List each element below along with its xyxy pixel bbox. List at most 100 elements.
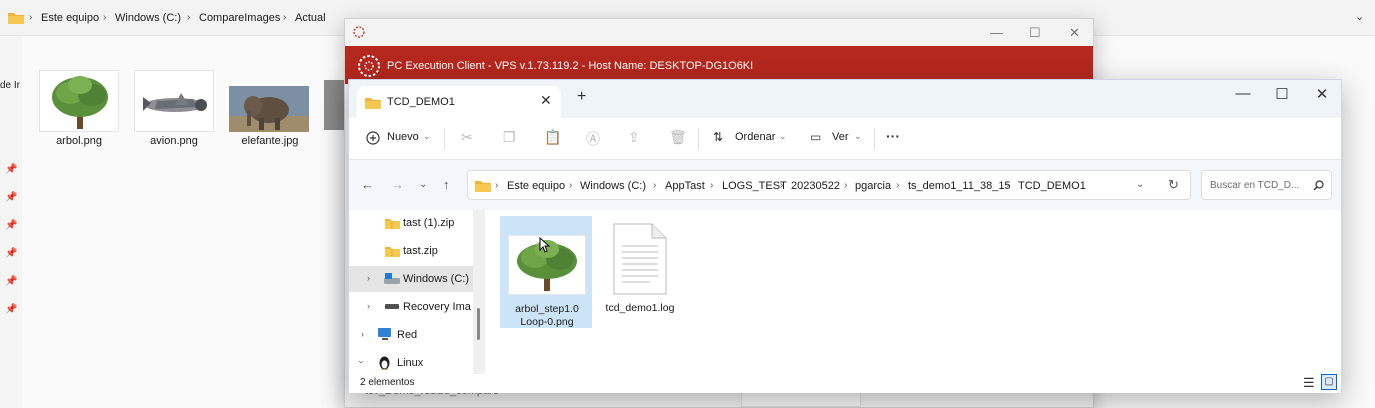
- rename-icon[interactable]: Ⓐ: [586, 129, 600, 149]
- chevron-right-icon: ›: [569, 180, 573, 191]
- chevron-down-icon[interactable]: ⌄: [1355, 10, 1364, 23]
- search-placeholder: Buscar en TCD_D...: [1210, 180, 1300, 191]
- forward-arrow-icon[interactable]: →: [391, 177, 404, 192]
- path-crumb-pgarcia[interactable]: pgarcia: [855, 180, 891, 192]
- path-crumb-date[interactable]: 20230522: [791, 180, 840, 192]
- bg-thumb-arbol-label: arbol.png: [56, 135, 102, 147]
- path-dropdown-icon[interactable]: ⌄: [1136, 179, 1144, 190]
- sort-button[interactable]: ⇅ Ordenar ⌄: [713, 128, 789, 150]
- airplane-image-icon: [134, 70, 214, 132]
- path-crumb-windows[interactable]: Windows (C:): [580, 180, 646, 192]
- vps-logo-icon: [358, 55, 380, 77]
- paste-icon[interactable]: 📋: [544, 129, 561, 146]
- file-item-log[interactable]: tcd_demo1.log: [594, 216, 686, 328]
- tiles-view-icon[interactable]: ▢: [1321, 374, 1337, 390]
- new-button-label: Nuevo: [387, 131, 419, 143]
- tree-image-icon: [39, 70, 119, 132]
- chevron-right-icon: ›: [710, 180, 714, 191]
- path-crumb-ts-demo1[interactable]: ts_demo1_11_38_15: [908, 180, 1011, 192]
- path-crumb-este-equipo[interactable]: Este equipo: [507, 180, 565, 192]
- vps-titlebar[interactable]: — ☐ ✕: [345, 19, 1093, 46]
- cut-icon[interactable]: ✂: [461, 129, 473, 146]
- chevron-right-icon: ›: [187, 12, 191, 23]
- view-button[interactable]: ▭ Ver ⌄: [810, 128, 864, 150]
- chevron-right-icon: ›: [1006, 180, 1010, 191]
- path-bar[interactable]: › Este equipo › Windows (C:) › AppTast ›…: [467, 170, 1191, 200]
- chevron-down-icon: ⌄: [779, 131, 787, 141]
- bg-crumb-actual[interactable]: Actual: [295, 12, 326, 24]
- maximize-button[interactable]: ☐: [1267, 85, 1297, 103]
- linux-icon: [379, 356, 390, 370]
- chevron-right-icon[interactable]: ›: [361, 329, 364, 339]
- copy-icon[interactable]: ❐: [503, 129, 516, 146]
- sort-icon: ⇅: [713, 130, 724, 144]
- bg-thumb-partial: [324, 80, 344, 130]
- nav-item-label: Recovery Imag: [403, 301, 471, 313]
- nav-scrollbar[interactable]: [473, 210, 485, 374]
- chevron-right-icon: ›: [283, 12, 287, 23]
- file-item-label: arbol_step1.0 Loop-0.png: [515, 303, 579, 328]
- toolbar-divider: [698, 128, 699, 150]
- more-options-button[interactable]: ···: [886, 128, 900, 144]
- chevron-down-icon[interactable]: ›: [357, 361, 367, 364]
- close-button[interactable]: ✕: [1069, 25, 1080, 41]
- path-crumb-apptast[interactable]: AppTast: [665, 180, 705, 192]
- chevron-down-icon: ⌄: [854, 131, 862, 141]
- new-button[interactable]: Nuevo ⌄: [363, 128, 437, 150]
- chevron-right-icon[interactable]: ›: [367, 273, 370, 283]
- nav-item-tast-zip[interactable]: tast.zip: [349, 238, 473, 264]
- status-bar: 2 elementos ☰ ▢: [349, 374, 1341, 393]
- path-crumb-tcd-demo1[interactable]: TCD_DEMO1: [1018, 180, 1086, 192]
- bg-crumb-este-equipo[interactable]: Este equipo: [41, 12, 99, 24]
- recent-chevron-icon[interactable]: ⌄: [419, 179, 427, 190]
- maximize-button[interactable]: ☐: [1029, 25, 1041, 41]
- close-button[interactable]: ✕: [1307, 85, 1337, 103]
- pin-icon: 📌: [5, 276, 18, 287]
- delete-icon[interactable]: 🗑: [669, 129, 687, 146]
- drive-icon: [385, 304, 399, 309]
- folder-icon: [8, 13, 24, 24]
- nav-item-label: Red: [397, 329, 418, 341]
- tab-tcd-demo1[interactable]: TCD_DEMO1 ✕: [357, 86, 561, 118]
- search-box[interactable]: Buscar en TCD_D...: [1201, 170, 1332, 200]
- path-crumb-logs-test[interactable]: LOGS_TEST: [722, 180, 787, 192]
- nav-item-linux[interactable]: › Linux: [349, 350, 473, 376]
- drive-icon: [384, 273, 400, 284]
- refresh-icon[interactable]: ↻: [1168, 177, 1179, 193]
- details-view-icon[interactable]: ☰: [1303, 375, 1315, 391]
- nav-scrollbar-thumb[interactable]: [477, 308, 480, 340]
- share-icon[interactable]: ⇪: [628, 129, 640, 146]
- minimize-button[interactable]: —: [990, 25, 1003, 40]
- chevron-right-icon: ›: [103, 12, 107, 23]
- chevron-right-icon[interactable]: ›: [367, 301, 370, 311]
- folder-icon: [475, 181, 491, 192]
- up-arrow-icon[interactable]: ↑: [443, 177, 450, 192]
- nav-item-tast-1-zip[interactable]: tast (1).zip: [349, 210, 473, 236]
- back-arrow-icon[interactable]: ←: [361, 177, 374, 192]
- toolbar-divider: [444, 128, 445, 150]
- nav-item-windows-c[interactable]: › Windows (C:): [349, 266, 473, 292]
- file-item-arbol-step[interactable]: arbol_step1.0 Loop-0.png: [500, 216, 592, 328]
- chevron-right-icon: ›: [29, 12, 33, 23]
- chevron-right-icon: ›: [780, 180, 784, 191]
- nav-item-recovery[interactable]: › Recovery Imag: [349, 294, 473, 320]
- text-file-icon: [613, 223, 667, 295]
- explorer-titlebar[interactable]: TCD_DEMO1 ✕ + — ☐ ✕: [349, 80, 1341, 118]
- new-tab-button[interactable]: +: [577, 88, 586, 106]
- folder-icon: [365, 98, 381, 109]
- chevron-right-icon: ›: [844, 180, 848, 191]
- zip-folder-icon: [385, 219, 400, 229]
- tab-title: TCD_DEMO1: [387, 96, 455, 108]
- bg-crumb-compareimages[interactable]: CompareImages: [199, 12, 280, 24]
- nav-item-red[interactable]: › Red: [349, 322, 473, 348]
- file-list: arbol_step1.0 Loop-0.png tcd_demo1.log: [485, 210, 1341, 374]
- nav-item-label: tast (1).zip: [403, 217, 455, 229]
- bg-nav-cut-label: de Ir: [0, 80, 21, 91]
- toolbar-divider: [874, 128, 875, 150]
- bg-crumb-windows[interactable]: Windows (C:): [115, 12, 181, 24]
- navigation-pane: tast (1).zip tast.zip › Windows (C:) › R…: [349, 210, 473, 374]
- tab-close-icon[interactable]: ✕: [540, 92, 552, 109]
- bg-thumb-elefante-label: elefante.jpg: [241, 135, 299, 147]
- plus-circle-icon: [366, 131, 380, 145]
- minimize-button[interactable]: —: [1228, 85, 1258, 102]
